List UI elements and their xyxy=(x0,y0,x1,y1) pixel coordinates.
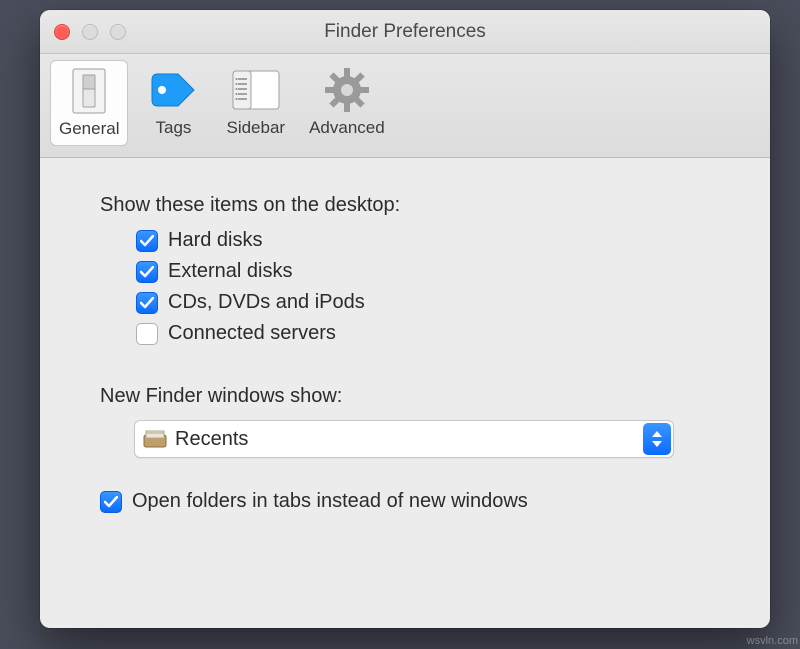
checkbox-row-tabs[interactable]: Open folders in tabs instead of new wind… xyxy=(100,490,710,513)
checkbox-label: External disks xyxy=(168,260,293,283)
close-button[interactable] xyxy=(54,24,70,40)
minimize-button[interactable] xyxy=(82,24,98,40)
tag-icon xyxy=(147,64,199,116)
checkbox-row-external-disks[interactable]: External disks xyxy=(136,260,710,283)
tab-general[interactable]: General xyxy=(50,60,128,146)
tab-label: General xyxy=(59,119,119,139)
sidebar-icon xyxy=(230,64,282,116)
checkbox-label: CDs, DVDs and iPods xyxy=(168,291,365,314)
checkbox-external-disks[interactable] xyxy=(136,261,158,283)
checkbox-hard-disks[interactable] xyxy=(136,230,158,252)
tab-advanced[interactable]: Advanced xyxy=(301,60,393,144)
watermark: wsvln.com xyxy=(747,635,798,647)
checkbox-row-hard-disks[interactable]: Hard disks xyxy=(136,229,710,252)
gear-icon xyxy=(321,64,373,116)
toolbar: General Tags xyxy=(40,54,770,158)
titlebar[interactable]: Finder Preferences xyxy=(40,10,770,54)
tab-label: Tags xyxy=(156,118,192,138)
content-pane: Show these items on the desktop: Hard di… xyxy=(40,158,770,551)
tab-sidebar[interactable]: Sidebar xyxy=(218,60,293,144)
switch-icon xyxy=(63,65,115,117)
preferences-window: Finder Preferences General Tags xyxy=(40,10,770,628)
new-windows-select[interactable]: Recents xyxy=(134,420,674,458)
checkbox-row-servers[interactable]: Connected servers xyxy=(136,322,710,345)
traffic-lights xyxy=(54,24,126,40)
recents-icon xyxy=(141,428,169,450)
chevron-up-icon xyxy=(652,431,662,437)
new-windows-label: New Finder windows show: xyxy=(100,385,710,408)
desktop-items-label: Show these items on the desktop: xyxy=(100,194,710,217)
checkbox-cds[interactable] xyxy=(136,292,158,314)
checkbox-open-in-tabs[interactable] xyxy=(100,491,122,513)
select-value: Recents xyxy=(175,428,248,451)
chevron-down-icon xyxy=(652,441,662,447)
checkbox-label: Open folders in tabs instead of new wind… xyxy=(132,490,528,513)
window-title: Finder Preferences xyxy=(40,21,770,43)
checkbox-label: Hard disks xyxy=(168,229,262,252)
checkbox-servers[interactable] xyxy=(136,323,158,345)
checkbox-label: Connected servers xyxy=(168,322,336,345)
tab-tags[interactable]: Tags xyxy=(136,60,210,144)
maximize-button[interactable] xyxy=(110,24,126,40)
select-stepper[interactable] xyxy=(643,423,671,455)
checkbox-row-cds[interactable]: CDs, DVDs and iPods xyxy=(136,291,710,314)
tab-label: Advanced xyxy=(309,118,385,138)
tab-label: Sidebar xyxy=(226,118,285,138)
